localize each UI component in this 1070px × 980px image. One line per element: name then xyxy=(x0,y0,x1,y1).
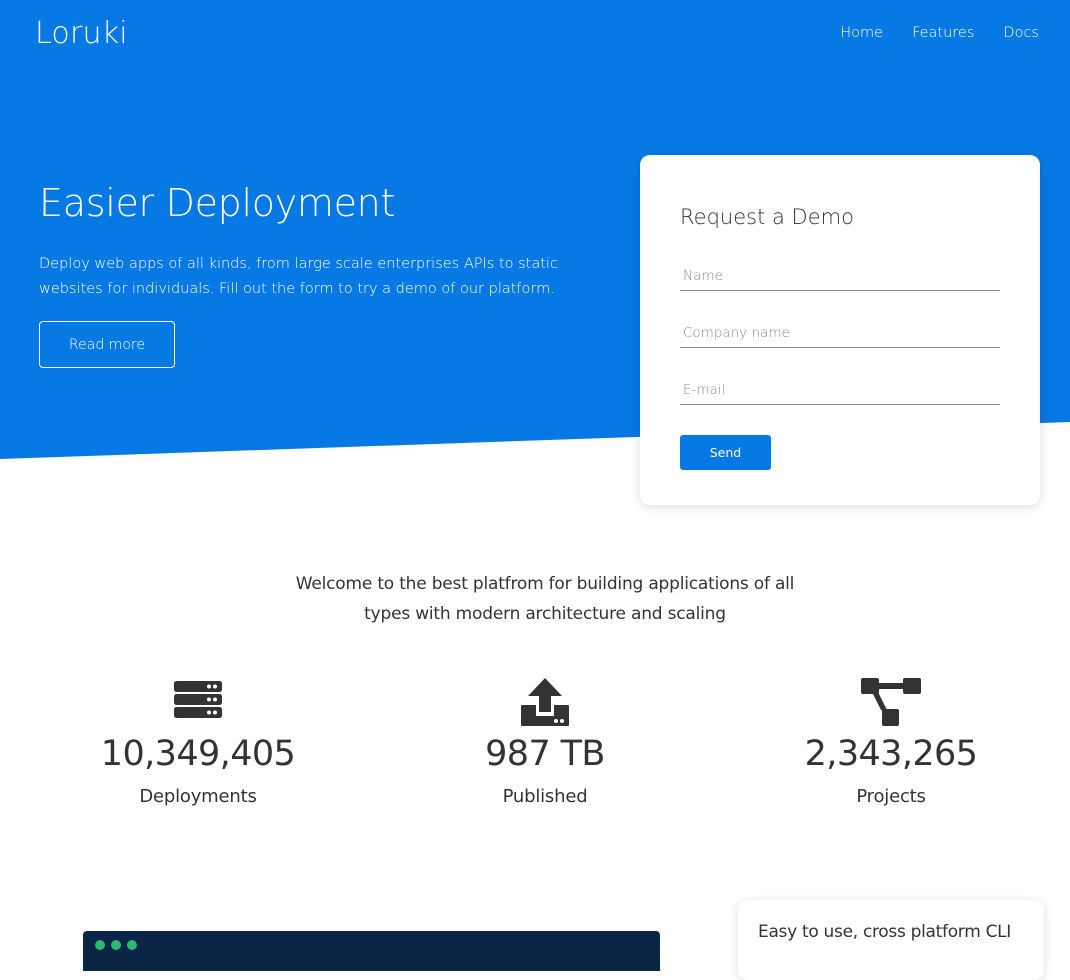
stat-projects: 2,343,265 Projects xyxy=(741,676,1041,807)
project-diagram-icon xyxy=(861,678,921,726)
cli-terminal-window xyxy=(83,931,660,971)
nav-link-home[interactable]: Home xyxy=(840,25,883,41)
upload-icon xyxy=(521,678,569,726)
stat-label: Deployments xyxy=(139,786,257,807)
welcome-text: Welcome to the best platfrom for buildin… xyxy=(295,574,795,624)
email-input[interactable] xyxy=(680,379,1000,405)
main-nav: Home Features Docs xyxy=(840,25,1039,41)
name-input[interactable] xyxy=(680,265,1000,291)
stat-label: Published xyxy=(502,786,588,807)
brand-logo[interactable]: Loruki xyxy=(35,16,128,51)
stat-value: 10,349,405 xyxy=(100,734,296,774)
stat-published: 987 TB Published xyxy=(395,676,695,807)
nav-link-docs[interactable]: Docs xyxy=(1003,25,1039,41)
send-button[interactable]: Send xyxy=(680,435,771,470)
terminal-window-controls xyxy=(95,940,137,950)
terminal-dot-icon xyxy=(111,940,121,950)
company-name-input[interactable] xyxy=(680,322,1000,348)
stat-value: 2,343,265 xyxy=(804,734,978,774)
read-more-button[interactable]: Read more xyxy=(39,321,175,368)
nav-link-features[interactable]: Features xyxy=(912,25,974,41)
demo-form-title: Request a Demo xyxy=(680,205,854,229)
cli-card-title: Easy to use, cross platform CLI xyxy=(758,922,1012,942)
stat-deployments: 10,349,405 Deployments xyxy=(48,676,348,807)
terminal-dot-icon xyxy=(127,940,137,950)
stat-label: Projects xyxy=(856,786,926,807)
hero-description: Deploy web apps of all kinds, from large… xyxy=(39,256,558,297)
cli-feature-card: Easy to use, cross platform CLI xyxy=(738,900,1044,980)
stat-value: 987 TB xyxy=(485,734,605,774)
server-icon xyxy=(174,681,222,718)
terminal-dot-icon xyxy=(95,940,105,950)
hero-title: Easier Deployment xyxy=(39,181,396,225)
